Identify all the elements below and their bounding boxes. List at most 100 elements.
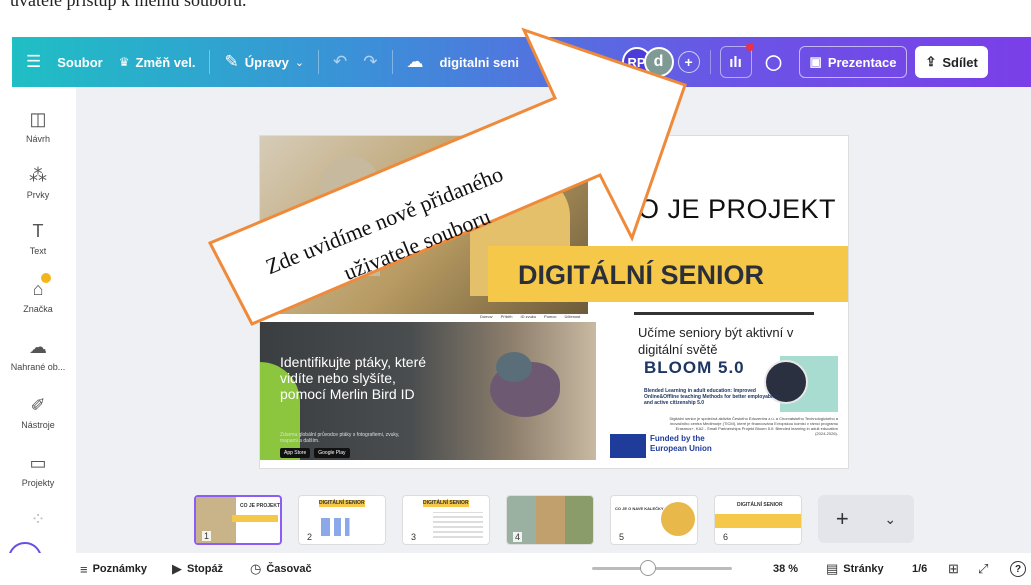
tools-icon: ✐	[30, 394, 46, 415]
redo-icon: ↷	[363, 52, 378, 71]
top-toolbar: ☰ Soubor ♛ Změň vel. ✎ Úpravy ⌄ ↶ ↷ ☁ di…	[12, 37, 1031, 87]
slide-title-line2: DIGITÁLNÍ SENIOR	[518, 260, 765, 290]
share-label: Sdílet	[942, 54, 978, 70]
document-title[interactable]: digitalni seni tat...	[432, 46, 622, 78]
zoom-slider[interactable]	[592, 567, 732, 570]
pages-icon: ▤	[826, 561, 839, 576]
thumb-number: 2	[305, 532, 315, 542]
sidebar-item-uploads[interactable]: ☁ Nahrané ob...	[0, 336, 76, 373]
undo-button[interactable]: ↶	[325, 46, 355, 78]
cloud-status[interactable]: ☁	[399, 46, 432, 78]
file-menu-label: Soubor	[57, 54, 103, 70]
redo-button[interactable]: ↷	[355, 46, 385, 78]
chevron-down-icon[interactable]: ⌄	[884, 511, 896, 528]
eu-funding-text: Funded by the European Union	[650, 434, 712, 453]
edit-label: Úpravy	[244, 54, 289, 70]
timer-label: Časovač	[266, 563, 312, 575]
doc-title-text: digitalni seni	[439, 54, 519, 70]
thumb-title: DIGITÁLNÍ SENIOR	[319, 500, 365, 506]
slide-canvas[interactable]: O JE PROJEKT DIGITÁLNÍ SENIOR Domov Příb…	[260, 136, 848, 468]
thumbnail-page-2[interactable]: DIGITÁLNÍ SENIOR 2	[298, 495, 386, 545]
comment-icon: ◯	[765, 54, 782, 71]
toolbar-divider	[391, 50, 393, 74]
cloud-check-icon: ☁	[406, 52, 424, 71]
zoom-slider-handle[interactable]	[640, 560, 656, 576]
thumb-band	[232, 515, 278, 522]
google-play-badge: Google Play	[314, 448, 350, 458]
thumbnail-page-5[interactable]: CO JE O NAVE KALEČKY 5	[610, 495, 698, 545]
sidebar-item-projects[interactable]: ▭ Projekty	[0, 453, 76, 489]
hamburger-icon: ☰	[26, 52, 42, 71]
merlin-subtext: Zdarma globální průvodce ptáky s fotogra…	[280, 432, 400, 444]
sidebar-item-label: Nahrané ob...	[10, 362, 66, 372]
mini-nav-item: Příběh	[500, 314, 513, 319]
thumbnail-page-6[interactable]: DIGITÁLNÍ SENIOR 6	[714, 495, 802, 545]
sidebar-item-design[interactable]: ◫ Návrh	[0, 109, 76, 145]
sidebar-item-label: Návrh	[25, 134, 50, 144]
resize-label: Změň vel.	[135, 54, 196, 70]
undo-icon: ↶	[333, 52, 348, 71]
avatar-d[interactable]: d	[643, 47, 674, 77]
menu-button[interactable]: ☰	[12, 46, 49, 78]
thumbnail-page-4[interactable]: 4	[506, 495, 594, 545]
thumbnail-page-1[interactable]: CO JE PROJEKT 1	[194, 495, 282, 545]
sidebar-item-apps[interactable]: ⁘	[0, 509, 76, 534]
comments-button[interactable]: ◯	[758, 46, 790, 78]
duration-button[interactable]: ▶ Stopáž	[172, 561, 223, 577]
resize-button[interactable]: ♛ Změň vel.	[111, 46, 204, 78]
upload-icon: ☁	[29, 336, 47, 357]
toolbar-divider	[318, 50, 320, 74]
sidebar-item-label: Text	[29, 246, 47, 256]
notes-button[interactable]: ≡ Poznámky	[80, 562, 147, 577]
crown-icon: ♛	[118, 55, 130, 69]
thumb-title: CO JE PROJEKT	[240, 503, 281, 509]
add-collaborator-button[interactable]: +	[677, 51, 700, 73]
mini-nav-item: ID zvuku	[520, 314, 537, 319]
left-sidebar: ◫ Návrh ⁂ Prvky T Text ⌂ Značka ☁ Nahran…	[0, 87, 76, 547]
notes-icon: ≡	[80, 561, 88, 577]
sidebar-item-brand[interactable]: ⌂ Značka	[0, 273, 76, 314]
play-box-icon: ▶	[172, 561, 182, 576]
sidebar-item-label: Značka	[23, 304, 53, 314]
sidebar-item-text[interactable]: T Text	[0, 220, 76, 257]
thumb-number: 5	[617, 532, 627, 542]
plus-icon: +	[684, 54, 693, 70]
thumb-number: 6	[721, 532, 731, 542]
sidebar-item-tools[interactable]: ✐ Nástroje	[0, 394, 76, 431]
thumb-title: DIGITÁLNÍ SENIOR	[737, 502, 783, 508]
notification-dot	[745, 43, 754, 51]
slide-subtitle: Učíme seniory být aktivní v digitální sv…	[638, 325, 794, 357]
grid-view-button[interactable]: ⊞	[948, 561, 959, 577]
zoom-value[interactable]: 38 %	[773, 563, 798, 575]
chevron-down-icon: ⌄	[294, 56, 305, 69]
present-label: Prezentace	[827, 54, 897, 70]
help-button[interactable]: ?	[1010, 561, 1026, 577]
pages-label: Stránky	[843, 563, 884, 575]
bar-chart-icon: ılı	[729, 53, 742, 71]
bloom-title: BLOOM 5.0	[644, 358, 745, 377]
edit-menu[interactable]: ✎ Úpravy ⌄	[216, 46, 312, 78]
fullscreen-button[interactable]: ⤢	[978, 561, 988, 577]
sidebar-item-elements[interactable]: ⁂ Prvky	[0, 165, 76, 201]
analytics-button[interactable]: ılı	[719, 43, 754, 78]
add-page-controls: + ⌄	[818, 495, 914, 543]
thumb-title: DIGITÁLNÍ SENIOR	[423, 500, 469, 506]
share-button[interactable]: ⇪ Sdílet	[915, 46, 988, 78]
text-icon: T	[32, 220, 44, 241]
thumb-title: CO JE O NAVE KALEČKY	[615, 506, 664, 511]
thumbnail-page-3[interactable]: DIGITÁLNÍ SENIOR 3	[402, 495, 490, 545]
add-page-button[interactable]: +	[836, 506, 849, 532]
clock-icon: ◷	[250, 561, 262, 576]
thumb-photo	[661, 502, 695, 536]
file-menu[interactable]: Soubor	[49, 46, 111, 78]
slide-divider	[634, 312, 814, 315]
timer-button[interactable]: ◷ Časovač	[250, 561, 312, 577]
brand-icon: ⌂	[33, 273, 52, 299]
thumb-number: 3	[409, 532, 419, 542]
page-counter: 1/6	[912, 563, 928, 575]
notes-label: Poznámky	[92, 563, 148, 575]
present-button[interactable]: ▣ Prezentace	[798, 46, 908, 78]
crown-badge-icon	[41, 273, 52, 283]
bird-head	[496, 352, 532, 382]
pages-button[interactable]: ▤ Stránky	[826, 561, 884, 577]
